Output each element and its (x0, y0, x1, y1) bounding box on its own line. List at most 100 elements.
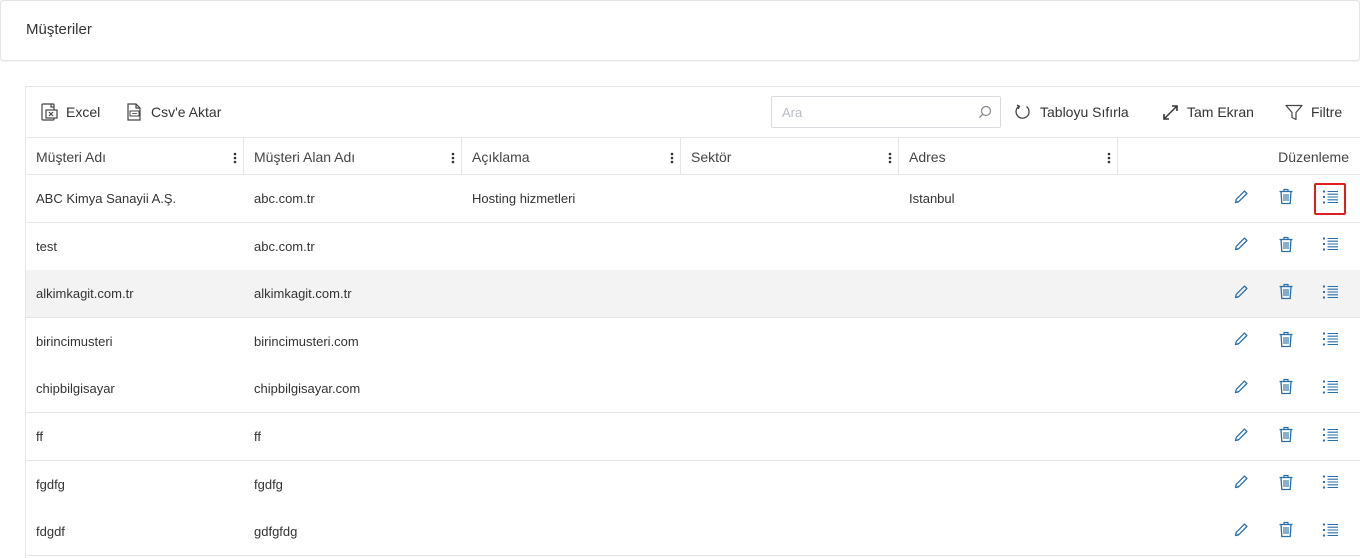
list-icon (1322, 284, 1339, 305)
delete-button[interactable] (1270, 231, 1302, 263)
delete-button[interactable] (1270, 516, 1302, 548)
delete-button[interactable] (1270, 278, 1302, 310)
cell-customer-name: fdgdf (36, 524, 65, 540)
fullscreen-label: Tam Ekran (1187, 104, 1254, 120)
delete-button[interactable] (1270, 183, 1302, 215)
csv-export-button[interactable]: Csv'e Aktar (126, 87, 221, 137)
column-menu-icon[interactable] (1107, 151, 1111, 167)
cell-address (899, 413, 1118, 460)
column-header-description[interactable]: Açıklama (462, 138, 681, 175)
column-header-customer-name[interactable]: Müşteri Adı (26, 138, 244, 175)
details-button[interactable] (1314, 421, 1346, 453)
details-button[interactable] (1314, 373, 1346, 405)
column-header-address[interactable]: Adres (899, 138, 1118, 175)
cell-sector (681, 365, 899, 412)
fullscreen-button[interactable]: Tam Ekran (1162, 87, 1254, 137)
list-icon (1322, 331, 1339, 352)
table-toolbar: Excel Csv'e Aktar Ara Tabloyu Sıfırla Ta… (26, 87, 1360, 138)
customers-table: Excel Csv'e Aktar Ara Tabloyu Sıfırla Ta… (25, 86, 1360, 558)
pencil-icon (1233, 331, 1249, 352)
table-row[interactable]: alkimkagit.com.tr alkimkagit.com.tr (26, 270, 1360, 319)
cell-customer-name: chipbilgisayar (36, 381, 115, 397)
cell-customer-name: alkimkagit.com.tr (36, 286, 134, 302)
trash-icon (1278, 236, 1294, 258)
edit-button[interactable] (1225, 516, 1257, 548)
cell-customer-domain: birincimusteri.com (254, 333, 359, 349)
delete-button[interactable] (1270, 326, 1302, 358)
edit-button[interactable] (1225, 278, 1257, 310)
trash-icon (1278, 474, 1294, 496)
cell-address (899, 318, 1118, 365)
content-card: Excel Csv'e Aktar Ara Tabloyu Sıfırla Ta… (0, 62, 1360, 558)
pencil-icon (1233, 522, 1249, 543)
cell-description (462, 461, 681, 508)
cell-sector (681, 508, 899, 555)
table-row[interactable]: fgdfg fgdfg (26, 460, 1360, 509)
column-header-sector[interactable]: Sektör (681, 138, 899, 175)
cell-sector (681, 413, 899, 460)
list-icon (1322, 379, 1339, 400)
excel-icon (41, 103, 58, 121)
search-box (771, 96, 1001, 128)
cell-customer-name: birincimusteri (36, 333, 113, 349)
list-icon (1322, 236, 1339, 257)
edit-button[interactable] (1225, 326, 1257, 358)
page-header: Müşteriler (0, 0, 1360, 61)
details-button[interactable] (1314, 278, 1346, 310)
table-row[interactable]: test abc.com.tr (26, 222, 1360, 271)
excel-button[interactable]: Excel (41, 87, 100, 137)
filter-button[interactable]: Filtre (1285, 87, 1342, 137)
cell-sector (681, 223, 899, 270)
list-icon (1322, 474, 1339, 495)
column-menu-icon[interactable] (670, 151, 674, 167)
pencil-icon (1233, 474, 1249, 495)
table-row[interactable]: chipbilgisayar chipbilgisayar.com (26, 365, 1360, 414)
edit-button[interactable] (1225, 231, 1257, 263)
details-button[interactable] (1314, 326, 1346, 358)
cell-customer-domain: alkimkagit.com.tr (254, 286, 352, 302)
delete-button[interactable] (1270, 469, 1302, 501)
table-row[interactable]: ABC Kimya Sanayii A.Ş. abc.com.tr Hosting … (26, 175, 1360, 223)
column-header-actions: Düzenleme (1278, 148, 1349, 165)
trash-icon (1278, 426, 1294, 448)
pencil-icon (1233, 189, 1249, 210)
details-button[interactable] (1314, 516, 1346, 548)
cell-customer-name: test (36, 238, 57, 254)
details-button[interactable] (1314, 183, 1346, 215)
filter-label: Filtre (1311, 104, 1343, 120)
csv-file-icon (126, 103, 143, 121)
cell-customer-name: ABC Kimya Sanayii A.Ş. (36, 191, 177, 206)
cell-customer-domain: abc.com.tr (254, 238, 315, 254)
refresh-icon (1014, 103, 1032, 121)
column-header-customer-domain[interactable]: Müşteri Alan Adı (244, 138, 462, 175)
cell-customer-name: ff (36, 429, 43, 444)
table-header: Müşteri Adı Müşteri Alan Adı Açıklama Se… (26, 138, 1360, 175)
trash-icon (1278, 378, 1294, 400)
list-icon (1322, 427, 1339, 448)
column-menu-icon[interactable] (888, 151, 892, 167)
column-menu-icon[interactable] (451, 151, 455, 167)
edit-button[interactable] (1225, 421, 1257, 453)
table-row[interactable]: fdgdf gdfgfdg (26, 508, 1360, 557)
trash-icon (1278, 188, 1294, 210)
cell-description (462, 270, 681, 317)
details-button[interactable] (1314, 469, 1346, 501)
search-icon[interactable] (978, 105, 992, 124)
cell-sector (681, 461, 899, 508)
pencil-icon (1233, 427, 1249, 448)
details-button[interactable] (1314, 231, 1346, 263)
table-row[interactable]: birincimusteri birincimusteri.com (26, 317, 1360, 366)
edit-button[interactable] (1225, 373, 1257, 405)
pencil-icon (1233, 236, 1249, 257)
search-input[interactable] (772, 97, 972, 127)
edit-button[interactable] (1225, 469, 1257, 501)
cell-customer-name: fgdfg (36, 476, 65, 492)
cell-customer-domain: ff (254, 429, 261, 444)
edit-button[interactable] (1225, 183, 1257, 215)
delete-button[interactable] (1270, 421, 1302, 453)
delete-button[interactable] (1270, 373, 1302, 405)
table-row[interactable]: ff ff (26, 413, 1360, 461)
column-menu-icon[interactable] (233, 151, 237, 167)
reset-table-button[interactable]: Tabloyu Sıfırla (1014, 87, 1129, 137)
cell-sector (681, 270, 899, 317)
